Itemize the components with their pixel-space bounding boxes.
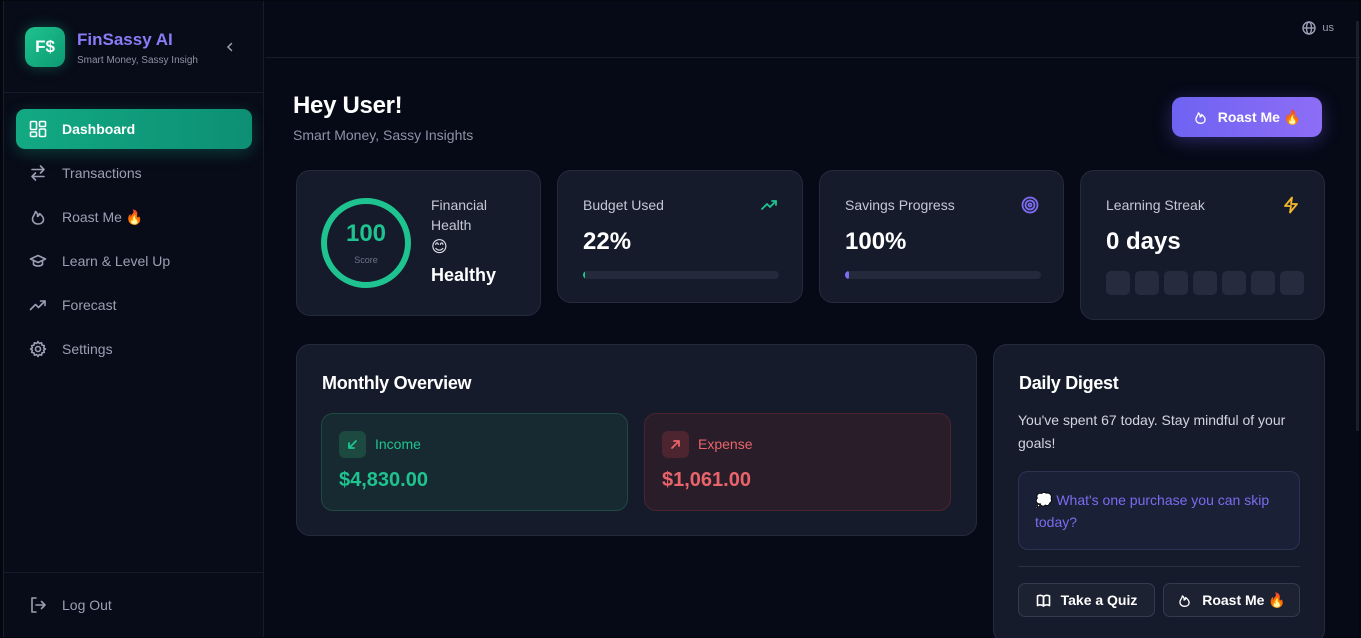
arrow-up-right-icon — [662, 431, 689, 458]
sidebar-item-learn[interactable]: Learn & Level Up — [16, 241, 252, 281]
trend-icon — [29, 296, 47, 314]
page-subtitle: Smart Money, Sassy Insights — [293, 127, 474, 143]
monthly-overview-title: Monthly Overview — [322, 373, 472, 393]
streak-value: 0 days — [1106, 228, 1181, 255]
chevron-left-icon — [226, 42, 233, 52]
logout-section: Log Out — [4, 572, 264, 637]
flame-icon — [1179, 594, 1190, 607]
budget-progress-fill — [583, 271, 585, 279]
language-selector[interactable]: us — [1302, 21, 1334, 35]
savings-value: 100% — [845, 228, 907, 255]
daily-digest-card: Daily Digest You've spent 67 today. Stay… — [993, 344, 1325, 638]
sidebar-item-label: Transactions — [62, 165, 142, 181]
streak-day — [1135, 271, 1159, 295]
language-label: us — [1322, 22, 1334, 34]
digest-question: 💭 What's one purchase you can skip today… — [1035, 492, 1270, 530]
logo: F$ — [25, 27, 65, 67]
expense-card: Expense $1,061.00 — [644, 413, 951, 511]
streak-day — [1280, 271, 1304, 295]
graduation-cap-icon — [29, 252, 47, 270]
logout-label: Log Out — [62, 597, 112, 613]
roast-me-button[interactable]: Roast Me 🔥 — [1172, 97, 1322, 137]
lightning-icon — [1282, 196, 1300, 214]
learning-streak-card: Learning Streak 0 days — [1080, 170, 1325, 320]
streak-days — [1106, 271, 1304, 295]
sidebar-item-label: Forecast — [62, 297, 117, 313]
streak-day — [1164, 271, 1188, 295]
sidebar-nav: Dashboard Transactions Roast Me 🔥 Learn … — [16, 109, 252, 373]
health-score: 100 — [345, 220, 387, 247]
flame-icon — [1194, 111, 1206, 124]
health-score-label: Score — [354, 255, 378, 265]
daily-digest-title: Daily Digest — [1019, 373, 1119, 393]
sidebar-item-transactions[interactable]: Transactions — [16, 153, 252, 193]
sidebar-item-roast[interactable]: Roast Me 🔥 — [16, 197, 252, 237]
sidebar-item-settings[interactable]: Settings — [16, 329, 252, 369]
budget-progress-bar — [583, 271, 779, 279]
streak-day — [1222, 271, 1246, 295]
sidebar-item-label: Roast Me 🔥 — [62, 208, 144, 225]
income-card: Income $4,830.00 — [321, 413, 628, 511]
page-title: Hey User! — [293, 92, 403, 119]
savings-card: Savings Progress 100% — [819, 170, 1064, 303]
sidebar-item-label: Settings — [62, 341, 113, 357]
savings-progress-bar — [845, 271, 1041, 279]
flame-icon — [29, 208, 47, 226]
gear-icon — [29, 340, 47, 358]
arrows-icon — [29, 164, 47, 182]
digest-text: You've spent 67 today. Stay mindful of y… — [1018, 412, 1286, 451]
digest-question-box: 💭 What's one purchase you can skip today… — [1018, 471, 1300, 550]
expense-value: $1,061.00 — [662, 469, 751, 491]
brand-tagline: Smart Money, Sassy Insigh — [77, 55, 198, 66]
streak-label: Learning Streak — [1106, 197, 1205, 213]
health-label: Financial Health — [431, 197, 488, 233]
take-quiz-button[interactable]: Take a Quiz — [1018, 583, 1155, 617]
take-quiz-label: Take a Quiz — [1060, 592, 1138, 608]
arrow-down-left-icon — [339, 431, 366, 458]
logout-icon — [31, 597, 46, 613]
digest-roast-label: Roast Me 🔥 — [1202, 591, 1286, 608]
budget-label: Budget Used — [583, 197, 664, 213]
health-status: Healthy — [431, 265, 497, 285]
target-icon — [1021, 196, 1039, 214]
divider — [1018, 566, 1300, 567]
sidebar-item-label: Dashboard — [62, 121, 136, 137]
topbar: us — [265, 1, 1360, 58]
logout-button[interactable]: Log Out — [28, 595, 112, 615]
brand-name: FinSassy AI — [77, 30, 173, 49]
digest-roast-button[interactable]: Roast Me 🔥 — [1163, 583, 1300, 617]
sidebar-item-dashboard[interactable]: Dashboard — [16, 109, 252, 149]
financial-health-card: 100 Score Financial Health 😊 Healthy — [296, 170, 541, 316]
budget-card: Budget Used 22% — [557, 170, 803, 303]
monthly-overview-card: Monthly Overview Income $4,830.00 Expens… — [296, 344, 977, 536]
dashboard-icon — [29, 120, 47, 138]
streak-day — [1251, 271, 1275, 295]
health-emoji: 😊 — [431, 239, 448, 256]
globe-icon — [1302, 21, 1317, 35]
scrollbar[interactable] — [1356, 21, 1359, 431]
sidebar: F$ FinSassy AI Smart Money, Sassy Insigh… — [4, 1, 264, 637]
savings-progress-fill — [845, 271, 849, 279]
trending-up-icon — [760, 196, 778, 214]
streak-day — [1106, 271, 1130, 295]
budget-value: 22% — [583, 228, 632, 255]
collapse-sidebar-button[interactable] — [222, 39, 238, 55]
brand-header: F$ FinSassy AI Smart Money, Sassy Insigh — [4, 1, 264, 93]
savings-label: Savings Progress — [845, 197, 955, 213]
income-label: Income — [375, 436, 421, 452]
income-value: $4,830.00 — [339, 469, 428, 491]
sidebar-item-forecast[interactable]: Forecast — [16, 285, 252, 325]
book-icon — [1036, 594, 1050, 607]
expense-label: Expense — [698, 436, 753, 452]
streak-day — [1193, 271, 1217, 295]
roast-me-label: Roast Me 🔥 — [1217, 108, 1302, 125]
sidebar-item-label: Learn & Level Up — [62, 253, 171, 269]
